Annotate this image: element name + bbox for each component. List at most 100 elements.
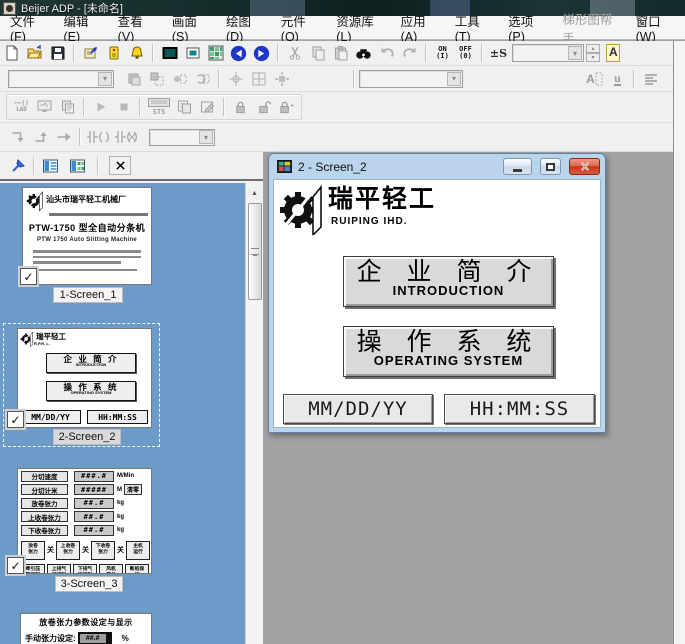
operating-system-button[interactable]: 操 作 系 统 OPERATING SYSTEM [343,326,554,377]
copy-icon[interactable] [306,43,329,63]
crosshair-icon[interactable] [224,69,247,89]
route-right-icon[interactable] [52,127,75,147]
undo-icon[interactable] [375,43,398,63]
place-state-icon[interactable] [168,69,191,89]
zoom-combo[interactable]: ▾ [512,44,584,62]
chevron-down-icon[interactable]: ▾ [98,72,112,86]
screen2-checkbox[interactable]: ✓ [7,411,24,428]
close-button[interactable] [569,158,600,175]
run-icon[interactable] [89,97,112,117]
route-up-icon[interactable] [29,127,52,147]
text-style-combo[interactable]: ▾ [359,70,463,88]
screen-thumbnail-4[interactable]: 放卷张力参数设定与显示 手动张力设定: ##.# % [20,613,152,644]
menu-view[interactable]: 查看(V) [110,16,164,39]
menu-draw[interactable]: 绘图(D) [218,16,273,39]
maximize-icon [546,163,555,171]
lock-menu-icon[interactable] [275,97,298,117]
screen2-window-titlebar[interactable]: 2 - Screen_2 [269,154,605,179]
lock-icon[interactable] [229,97,252,117]
menu-object[interactable]: 元件(O) [273,16,328,39]
thumb3-row-value: ##.# [74,498,114,509]
contact-coil-x-icon[interactable] [113,127,141,147]
stop-icon[interactable] [112,97,135,117]
menu-screen[interactable]: 画面(S) [164,16,218,39]
date-display[interactable]: MM/DD/YY [283,394,433,424]
group-dashed-icon[interactable] [145,69,168,89]
off-state-button[interactable]: OFF(0) [454,43,477,63]
new-icon[interactable] [0,43,23,63]
menu-options[interactable]: 选项(P) [500,16,554,39]
state-combo[interactable]: ▾ [8,70,114,88]
find-icon[interactable] [352,43,375,63]
open-icon[interactable] [23,43,46,63]
underline-icon[interactable]: u [606,69,629,89]
screen1-checkbox[interactable]: ✓ [20,268,37,285]
contact-coil-icon[interactable] [85,127,113,147]
grid-icon[interactable] [247,69,270,89]
align-icon[interactable] [639,69,662,89]
redo-icon[interactable] [398,43,421,63]
menu-tool[interactable]: 工具(T) [447,16,501,39]
pin-icon[interactable] [6,156,29,176]
menu-ladder-helper[interactable]: 梯形图帮手 [554,16,627,39]
zoom-spinner[interactable]: ▴▾ [586,44,600,62]
detail-view-icon[interactable] [39,156,62,176]
screen2-canvas[interactable]: 瑞平轻工 RUIPING IHD. 企 业 简 介 INTRODUCTION 操… [273,179,601,428]
chevron-down-icon[interactable]: ▾ [447,72,461,86]
cut-icon[interactable] [283,43,306,63]
thumbnail-view-icon[interactable] [66,156,89,176]
monitor-icon[interactable] [33,97,56,117]
center-object-icon[interactable] [270,69,293,89]
export-screen-icon[interactable] [79,43,102,63]
screen-thumbnail-1[interactable]: 汕头市瑞平轻工机械厂 PTW-1750 型全自动分条机 PTW 1750 Aut… [22,187,152,285]
menu-window[interactable]: 窗口(W) [628,16,685,39]
toolbar-route: ▾ [0,123,673,152]
group-icon[interactable] [122,69,145,89]
copy-pages-icon[interactable] [56,97,79,117]
ladder-lad-icon[interactable]: ⌐⌐()LAD [10,97,33,117]
chevron-down-icon[interactable]: ▾ [568,46,582,60]
chevron-down-icon[interactable]: ▾ [199,130,213,144]
back-icon[interactable] [227,43,250,63]
alarm-bell-icon[interactable] [125,43,148,63]
menu-application[interactable]: 应用(A) [393,16,447,39]
introduction-button[interactable]: 企 业 简 介 INTRODUCTION [343,256,554,307]
font-color-icon[interactable]: A [606,44,620,62]
page-edit-icon[interactable] [196,97,219,117]
minimize-button[interactable] [503,158,532,175]
thumb1-company: 汕头市瑞平轻工机械厂 [46,194,126,211]
rotate-state-icon[interactable] [191,69,214,89]
on-state-button[interactable]: ON(I) [431,43,454,63]
time-display[interactable]: HH:MM:SS [444,394,595,424]
screen2-window[interactable]: 2 - Screen_2 瑞平轻工 RUIPING IHD. 企 业 简 [268,153,606,433]
screens-scrollbar[interactable]: ▲ [245,183,263,644]
screen-small-icon[interactable] [181,43,204,63]
unlock-icon[interactable] [252,97,275,117]
tile-screens-icon[interactable] [204,43,227,63]
paste-icon[interactable] [329,43,352,63]
tag-icon[interactable] [102,43,125,63]
save-icon[interactable] [46,43,69,63]
scroll-up-icon[interactable]: ▲ [247,186,262,201]
fit-text-icon[interactable]: A [583,69,606,89]
screen-icon[interactable] [158,43,181,63]
thumb3-row-value: ###.# [74,471,114,482]
screen-thumbnail-2[interactable]: 瑞平轻工 R.P.R. L. 企 业 简 介 INTRODUCTION 操 作 … [17,328,152,428]
scale-button[interactable]: ±S [487,43,510,63]
menu-library[interactable]: 资源库(L) [328,16,392,39]
ladder-combo[interactable]: ▾ [149,129,215,146]
route-down-icon[interactable] [6,127,29,147]
screen3-checkbox[interactable]: ✓ [7,557,24,574]
sts-keyboard-icon[interactable]: STS [145,97,173,117]
menu-file[interactable]: 文件(F) [2,16,56,39]
close-pane-button[interactable] [109,156,131,175]
spin-down-icon[interactable]: ▾ [586,53,600,62]
screen-thumbnail-3[interactable]: 分切速度 ###.# M/Min 分切计米 ##### M 清零 放卷张力 ##… [17,468,152,574]
maximize-button[interactable] [540,158,561,175]
forward-icon[interactable] [250,43,273,63]
menu-edit[interactable]: 编辑(E) [56,16,110,39]
spin-up-icon[interactable]: ▴ [586,44,600,53]
pages-icon[interactable]: 1 [173,97,196,117]
scrollbar-thumb[interactable] [248,203,262,300]
workspace-scroll-strip[interactable] [673,41,685,644]
